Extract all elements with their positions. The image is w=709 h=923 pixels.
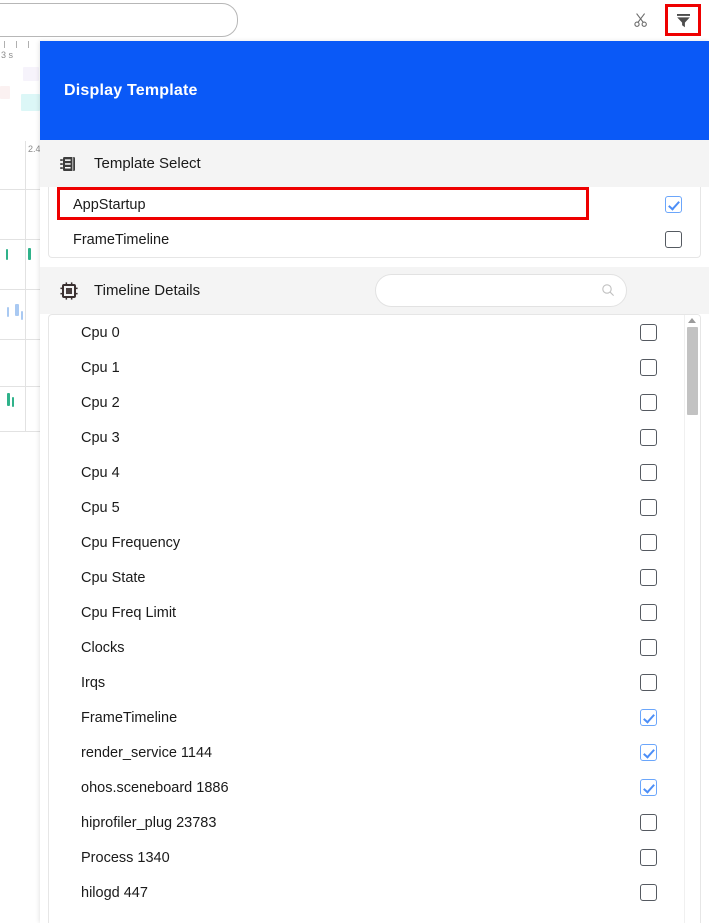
ruler-label-1: 2.4 xyxy=(28,144,41,154)
template-label: AppStartup xyxy=(73,196,146,213)
list-item[interactable]: ohos.sceneboard 1886 xyxy=(49,770,700,805)
app-search-input[interactable] xyxy=(0,3,238,37)
timeline-ruler: 3 s xyxy=(0,41,43,142)
list-item[interactable]: Cpu State xyxy=(49,560,700,595)
details-scrollbar[interactable] xyxy=(684,315,700,923)
list-item-label: Cpu 0 xyxy=(81,324,120,341)
list-item-checkbox[interactable] xyxy=(640,779,657,796)
template-select-list: AppStartup FrameTimeline xyxy=(48,187,701,258)
scroll-up-arrow-icon[interactable] xyxy=(688,318,696,323)
screen-root: 3 s 2.4 Display Template Template Select… xyxy=(0,0,709,923)
list-item-checkbox[interactable] xyxy=(640,744,657,761)
list-item-checkbox[interactable] xyxy=(640,569,657,586)
list-item-label: hiprofiler_plug 23783 xyxy=(81,814,217,831)
list-item[interactable]: Process 1340 xyxy=(49,840,700,875)
list-item-checkbox[interactable] xyxy=(640,429,657,446)
list-item-label: FrameTimeline xyxy=(81,709,178,726)
list-item-label: Cpu Frequency xyxy=(81,534,181,551)
template-checkbox-appstartup[interactable] xyxy=(665,196,682,213)
list-item-label: Cpu 5 xyxy=(81,499,120,516)
list-item-label: Cpu Freq Limit xyxy=(81,604,177,621)
list-item-label: ohos.sceneboard 1886 xyxy=(81,779,229,796)
list-item-label: Irqs xyxy=(81,674,106,691)
list-item[interactable]: hilogd 447 xyxy=(49,875,700,910)
ruler-label-0: 3 s xyxy=(1,50,14,60)
list-item[interactable]: FrameTimeline xyxy=(49,700,700,735)
template-select-header: Template Select xyxy=(40,140,709,187)
template-select-title: Template Select xyxy=(94,155,201,172)
list-item[interactable]: Cpu 1 xyxy=(49,350,700,385)
list-item-label: hilogd 447 xyxy=(81,884,148,901)
list-item-label: Cpu State xyxy=(81,569,146,586)
list-item-checkbox[interactable] xyxy=(640,324,657,341)
list-item-checkbox[interactable] xyxy=(640,534,657,551)
list-item[interactable]: Irqs xyxy=(49,665,700,700)
list-item-checkbox[interactable] xyxy=(640,884,657,901)
list-notebook-icon xyxy=(58,153,80,175)
timeline-tracks: 2.4 xyxy=(0,141,42,923)
list-item-label: Process 1340 xyxy=(81,849,170,866)
list-item-checkbox[interactable] xyxy=(640,359,657,376)
list-item[interactable]: Cpu 2 xyxy=(49,385,700,420)
timeline-details-title: Timeline Details xyxy=(94,282,201,299)
template-row-frametimeline[interactable]: FrameTimeline xyxy=(49,222,700,257)
timeline-details-search xyxy=(375,274,627,307)
timeline-details-list: Cpu 0 Cpu 1 Cpu 2 Cpu 3 Cpu 4 Cpu 5 Cpu … xyxy=(48,314,701,923)
template-checkbox-frametimeline[interactable] xyxy=(665,231,682,248)
list-item[interactable]: Cpu 0 xyxy=(49,315,700,350)
chip-icon xyxy=(58,280,80,302)
list-item[interactable]: Cpu 5 xyxy=(49,490,700,525)
dialog-header: Display Template xyxy=(40,41,709,140)
list-item-label: Clocks xyxy=(81,639,125,656)
list-item-checkbox[interactable] xyxy=(640,499,657,516)
list-item-checkbox[interactable] xyxy=(640,394,657,411)
template-row-appstartup[interactable]: AppStartup xyxy=(49,187,700,222)
list-item[interactable]: Cpu Freq Limit xyxy=(49,595,700,630)
display-template-dialog: Display Template Template Select AppStar… xyxy=(40,41,709,923)
list-item[interactable]: Cpu 3 xyxy=(49,420,700,455)
list-item-checkbox[interactable] xyxy=(640,814,657,831)
scrollbar-thumb[interactable] xyxy=(687,327,698,415)
list-item-checkbox[interactable] xyxy=(640,639,657,656)
list-item-checkbox[interactable] xyxy=(640,709,657,726)
list-item[interactable]: Cpu 4 xyxy=(49,455,700,490)
list-item-label: Cpu 2 xyxy=(81,394,120,411)
list-item-checkbox[interactable] xyxy=(640,604,657,621)
list-item[interactable]: Clocks xyxy=(49,630,700,665)
list-item[interactable]: hiprofiler_plug 23783 xyxy=(49,805,700,840)
toolbar-actions xyxy=(627,4,701,36)
timeline-details-header: Timeline Details xyxy=(40,267,709,314)
filter-icon[interactable] xyxy=(665,4,701,36)
scissors-icon[interactable] xyxy=(627,6,655,34)
list-item[interactable]: render_service 1144 xyxy=(49,735,700,770)
list-item-checkbox[interactable] xyxy=(640,464,657,481)
list-item-checkbox[interactable] xyxy=(640,674,657,691)
list-item[interactable]: Cpu Frequency xyxy=(49,525,700,560)
dialog-title: Display Template xyxy=(64,81,198,99)
list-item-label: Cpu 4 xyxy=(81,464,120,481)
list-item-label: render_service 1144 xyxy=(81,744,213,761)
template-label: FrameTimeline xyxy=(73,231,170,248)
list-item-label: Cpu 3 xyxy=(81,429,120,446)
search-input[interactable] xyxy=(375,274,627,307)
list-item-label: Cpu 1 xyxy=(81,359,120,376)
app-toolbar xyxy=(0,0,709,42)
list-item-checkbox[interactable] xyxy=(640,849,657,866)
